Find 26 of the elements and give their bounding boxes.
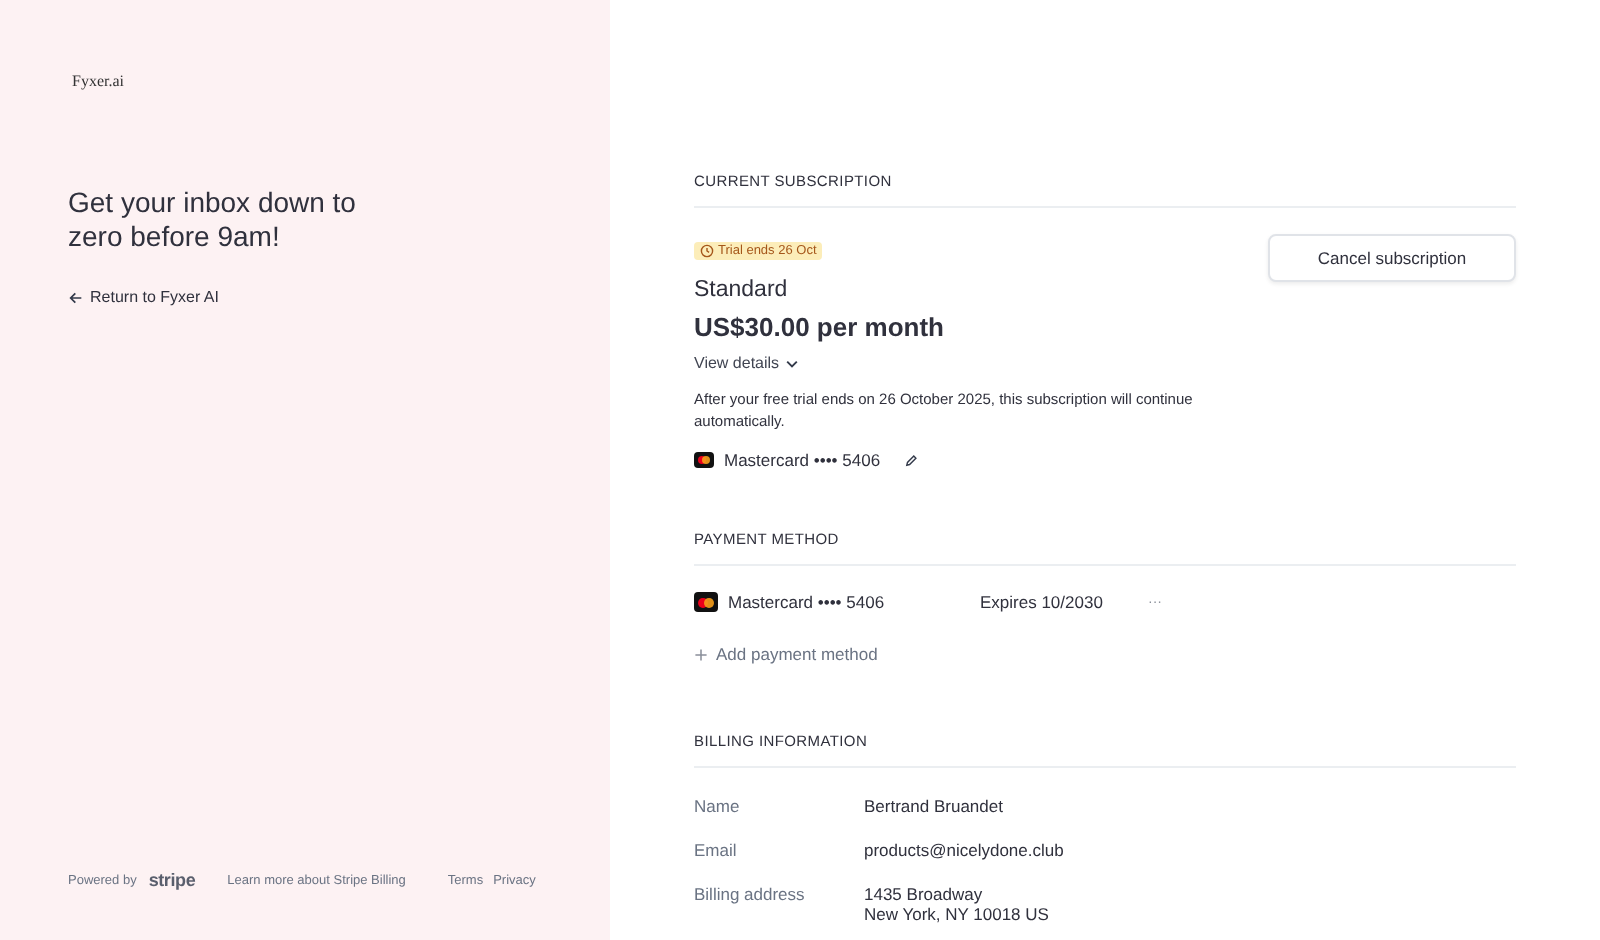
- field-label: Billing address: [694, 884, 807, 908]
- arrow-left-icon: [68, 289, 84, 305]
- card-label: Mastercard •••• 5406: [728, 592, 887, 612]
- field-value: Bertrand Bruandet: [864, 796, 1003, 816]
- pencil-icon[interactable]: [904, 453, 919, 467]
- field-value: 1435 Broadway: [864, 884, 985, 904]
- field-label: Email: [694, 840, 739, 860]
- mastercard-icon: [694, 592, 718, 612]
- headline: Get your inbox down to zero before 9am!: [68, 186, 358, 254]
- logo: Fyxer.ai: [70, 72, 124, 90]
- cancel-subscription-button[interactable]: Cancel subscription: [1268, 234, 1516, 282]
- view-details-toggle[interactable]: View details: [694, 354, 800, 372]
- field-value: New York, NY 10018 US: [864, 904, 1049, 924]
- stripe-logo: stripe: [148, 870, 196, 890]
- plan-price: US$30.00 per month: [694, 312, 946, 342]
- return-link[interactable]: Return to Fyxer AI: [68, 288, 219, 306]
- field-label: Name: [694, 796, 742, 816]
- card-label: Mastercard •••• 5406: [724, 450, 881, 470]
- card-expiry: Expires 10/2030: [980, 592, 1105, 612]
- field-value: products@nicelydone.club: [864, 840, 1064, 860]
- plus-icon: [694, 647, 708, 661]
- mastercard-icon: [694, 452, 714, 468]
- plan-name: Standard: [694, 278, 790, 302]
- add-payment-method-link[interactable]: Add payment method: [694, 644, 878, 664]
- chevron-down-icon: [783, 355, 800, 371]
- clock-icon: [700, 244, 714, 258]
